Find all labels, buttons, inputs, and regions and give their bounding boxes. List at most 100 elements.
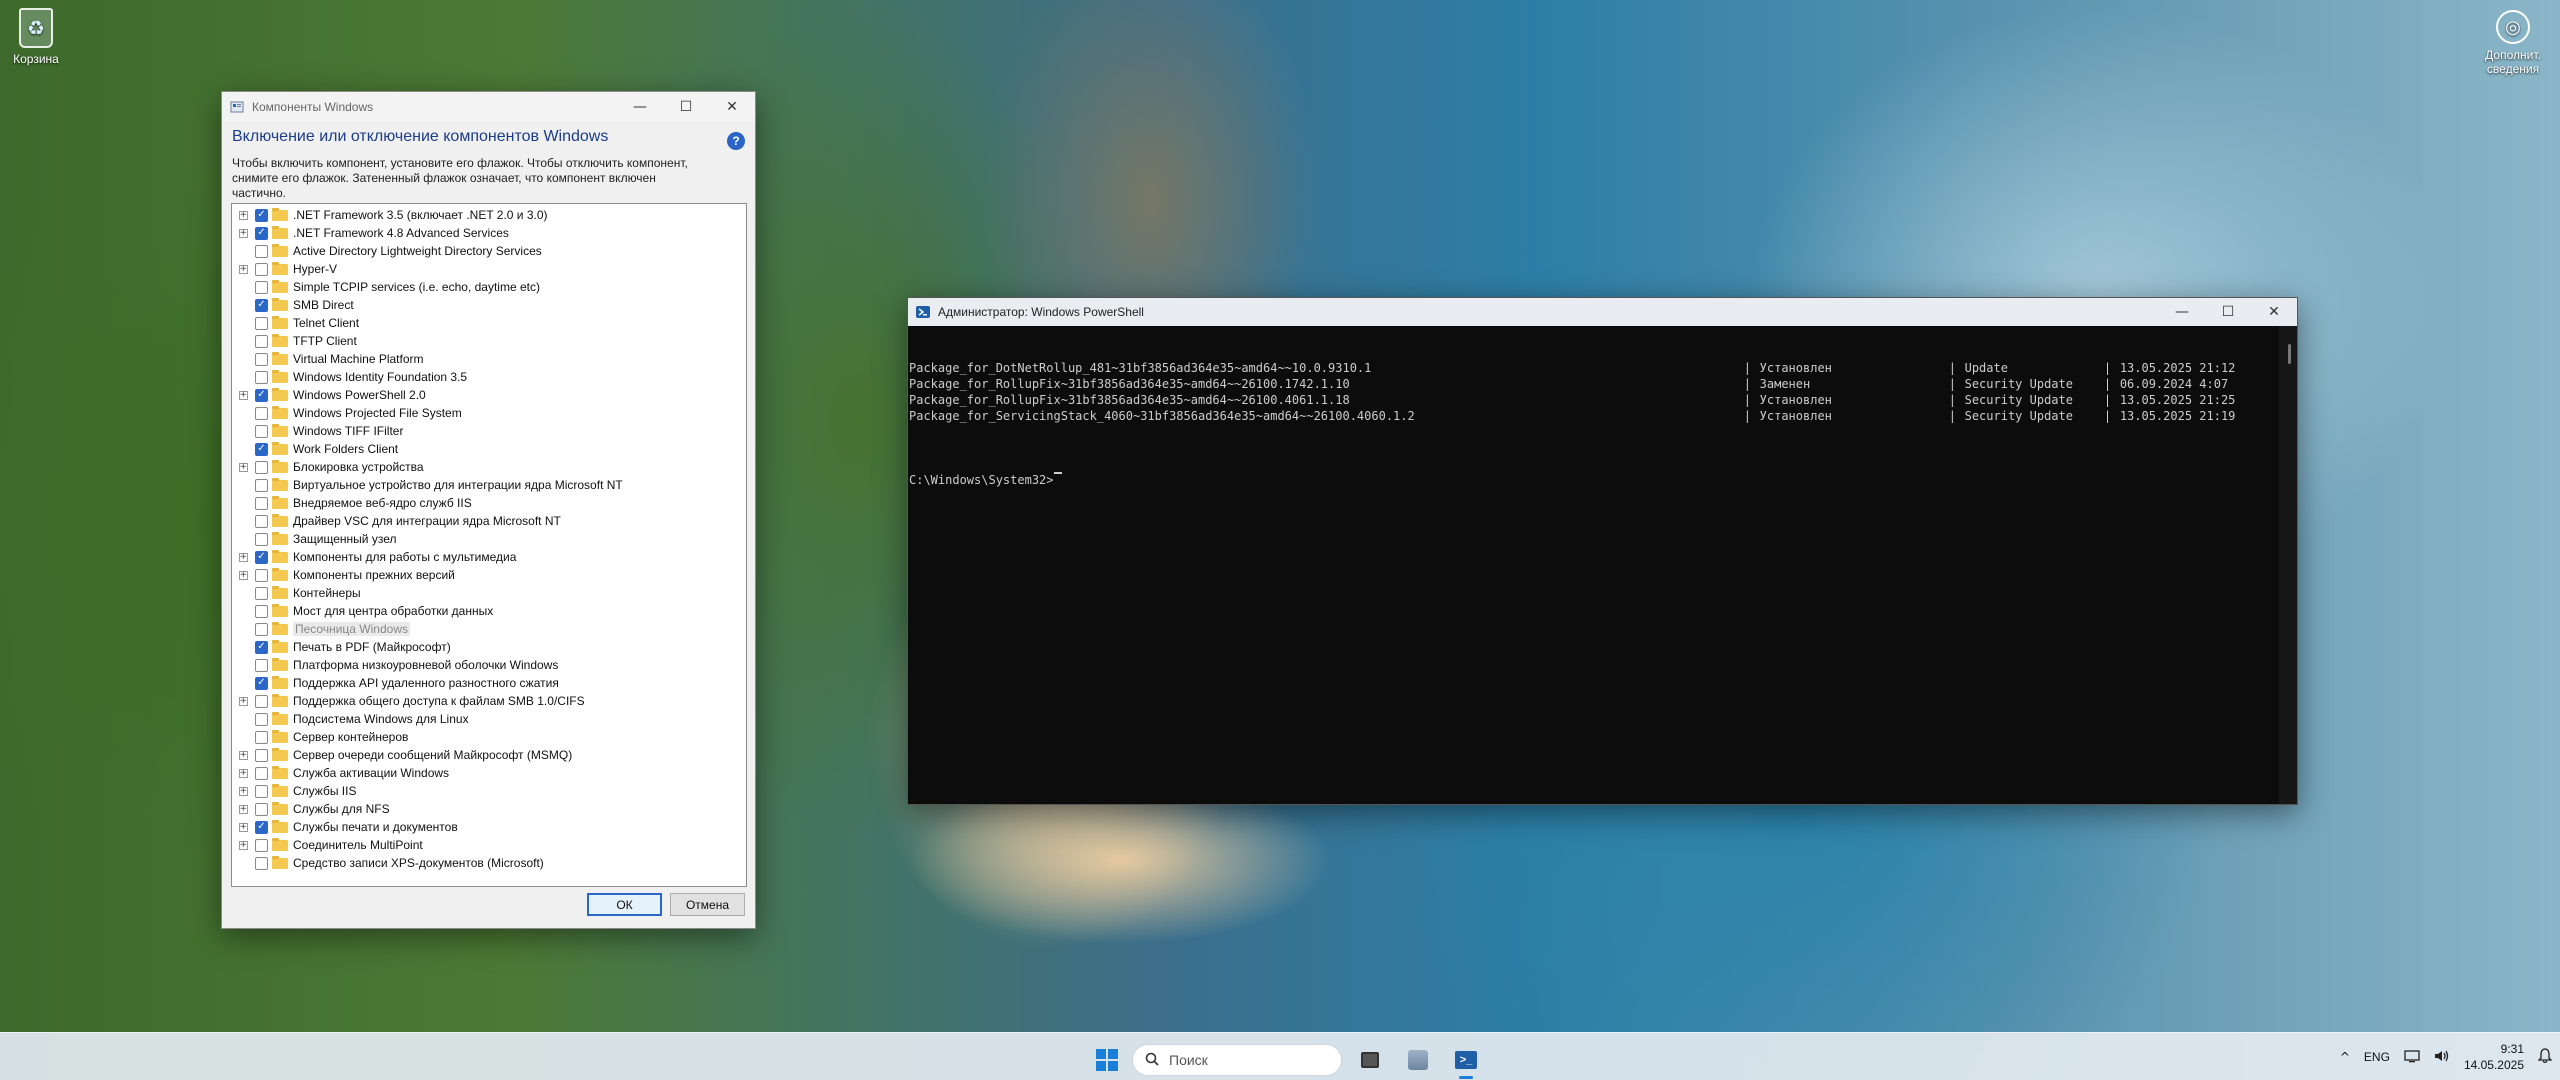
feature-checkbox[interactable] [255,586,268,600]
feature-checkbox[interactable] [255,226,268,240]
task-view-button[interactable] [1350,1040,1390,1080]
maximize-button[interactable]: ☐ [663,92,709,122]
maximize-button[interactable]: ☐ [2205,298,2251,326]
features-titlebar[interactable]: Компоненты Windows — ☐ ✕ [222,92,755,122]
feature-checkbox[interactable] [255,208,268,222]
feature-row[interactable]: Печать в PDF (Майкрософт) [232,638,746,656]
feature-row[interactable]: + Службы печати и документов [232,818,746,836]
feature-row[interactable]: Мост для центра обработки данных [232,602,746,620]
expand-icon[interactable]: + [237,570,249,580]
feature-row[interactable]: TFTP Client [232,332,746,350]
ok-button[interactable]: ОК [587,893,662,916]
more-info-shortcut[interactable]: ◎ Дополнит. сведения [2468,10,2558,76]
feature-checkbox[interactable] [255,550,268,564]
console-prompt[interactable]: C:\Windows\System32> [909,472,2279,488]
expand-icon[interactable]: + [237,696,249,706]
feature-row[interactable]: Windows Projected File System [232,404,746,422]
close-button[interactable]: ✕ [2251,298,2297,326]
feature-checkbox[interactable] [255,784,268,798]
expand-icon[interactable]: + [237,210,249,220]
feature-checkbox[interactable] [255,622,268,636]
expand-icon[interactable]: + [237,822,249,832]
feature-row[interactable]: Windows Identity Foundation 3.5 [232,368,746,386]
chevron-up-icon[interactable]: ^ [2340,1050,2350,1064]
feature-checkbox[interactable] [255,406,268,420]
feature-checkbox[interactable] [255,532,268,546]
taskbar-app-powershell[interactable]: >_ [1446,1040,1486,1080]
console-scrollbar[interactable] [2279,326,2297,804]
feature-row[interactable]: + Блокировка устройства [232,458,746,476]
expand-icon[interactable]: + [237,768,249,778]
feature-checkbox[interactable] [255,370,268,384]
expand-icon[interactable]: + [237,552,249,562]
feature-checkbox[interactable] [255,658,268,672]
minimize-button[interactable]: — [617,92,663,122]
feature-checkbox[interactable] [255,478,268,492]
feature-row[interactable]: Подсистема Windows для Linux [232,710,746,728]
expand-icon[interactable]: + [237,786,249,796]
feature-row[interactable]: Simple TCPIP services (i.e. echo, daytim… [232,278,746,296]
feature-checkbox[interactable] [255,802,268,816]
expand-icon[interactable]: + [237,804,249,814]
feature-row[interactable]: + Службы IIS [232,782,746,800]
feature-row[interactable]: Виртуальное устройство для интеграции яд… [232,476,746,494]
feature-row[interactable]: + Компоненты для работы с мультимедиа [232,548,746,566]
feature-row[interactable]: Сервер контейнеров [232,728,746,746]
feature-row[interactable]: Драйвер VSC для интеграции ядра Microsof… [232,512,746,530]
feature-checkbox[interactable] [255,514,268,528]
feature-checkbox[interactable] [255,424,268,438]
volume-icon[interactable] [2434,1049,2450,1066]
feature-row[interactable]: + .NET Framework 3.5 (включает .NET 2.0 и… [232,206,746,224]
feature-checkbox[interactable] [255,712,268,726]
feature-checkbox[interactable] [255,604,268,618]
feature-checkbox[interactable] [255,676,268,690]
network-icon[interactable] [2404,1049,2420,1066]
feature-checkbox[interactable] [255,694,268,708]
feature-row[interactable]: Внедряемое веб-ядро служб IIS [232,494,746,512]
scrollbar-thumb[interactable] [2288,344,2291,364]
feature-row[interactable]: + Поддержка общего доступа к файлам SMB 1… [232,692,746,710]
expand-icon[interactable]: + [237,228,249,238]
expand-icon[interactable]: + [237,840,249,850]
feature-row[interactable]: Защищенный узел [232,530,746,548]
feature-row[interactable]: + Служба активации Windows [232,764,746,782]
feature-checkbox[interactable] [255,730,268,744]
feature-row[interactable]: Поддержка API удаленного разностного сжа… [232,674,746,692]
feature-checkbox[interactable] [255,334,268,348]
feature-row[interactable]: + Windows PowerShell 2.0 [232,386,746,404]
recycle-bin-shortcut[interactable]: ♻ Корзина [0,8,72,66]
taskbar-app-features[interactable] [1398,1040,1438,1080]
feature-checkbox[interactable] [255,496,268,510]
feature-checkbox[interactable] [255,280,268,294]
feature-row[interactable]: Песочница Windows [232,620,746,638]
feature-checkbox[interactable] [255,640,268,654]
cancel-button[interactable]: Отмена [670,893,745,916]
language-indicator[interactable]: ENG [2364,1050,2390,1064]
feature-checkbox[interactable] [255,388,268,402]
expand-icon[interactable]: + [237,264,249,274]
feature-row[interactable]: Средство записи XPS-документов (Microsof… [232,854,746,872]
feature-row[interactable]: Windows TIFF IFilter [232,422,746,440]
help-icon[interactable]: ? [727,132,745,150]
features-tree[interactable]: + .NET Framework 3.5 (включает .NET 2.0 и… [231,203,747,887]
feature-checkbox[interactable] [255,442,268,456]
feature-checkbox[interactable] [255,568,268,582]
notification-bell-icon[interactable] [2537,1047,2553,1067]
feature-checkbox[interactable] [255,352,268,366]
minimize-button[interactable]: — [2159,298,2205,326]
taskbar-search[interactable]: Поиск [1132,1044,1342,1076]
feature-row[interactable]: Контейнеры [232,584,746,602]
powershell-titlebar[interactable]: Администратор: Windows PowerShell — ☐ ✕ [908,298,2297,326]
taskbar-clock[interactable]: 9:31 14.05.2025 [2464,1041,2524,1073]
feature-row[interactable]: Платформа низкоуровневой оболочки Window… [232,656,746,674]
feature-row[interactable]: Active Directory Lightweight Directory S… [232,242,746,260]
expand-icon[interactable]: + [237,390,249,400]
feature-checkbox[interactable] [255,298,268,312]
feature-row[interactable]: SMB Direct [232,296,746,314]
feature-checkbox[interactable] [255,244,268,258]
feature-row[interactable]: + Соединитель MultiPoint [232,836,746,854]
feature-checkbox[interactable] [255,316,268,330]
feature-row[interactable]: Telnet Client [232,314,746,332]
feature-checkbox[interactable] [255,838,268,852]
feature-checkbox[interactable] [255,460,268,474]
